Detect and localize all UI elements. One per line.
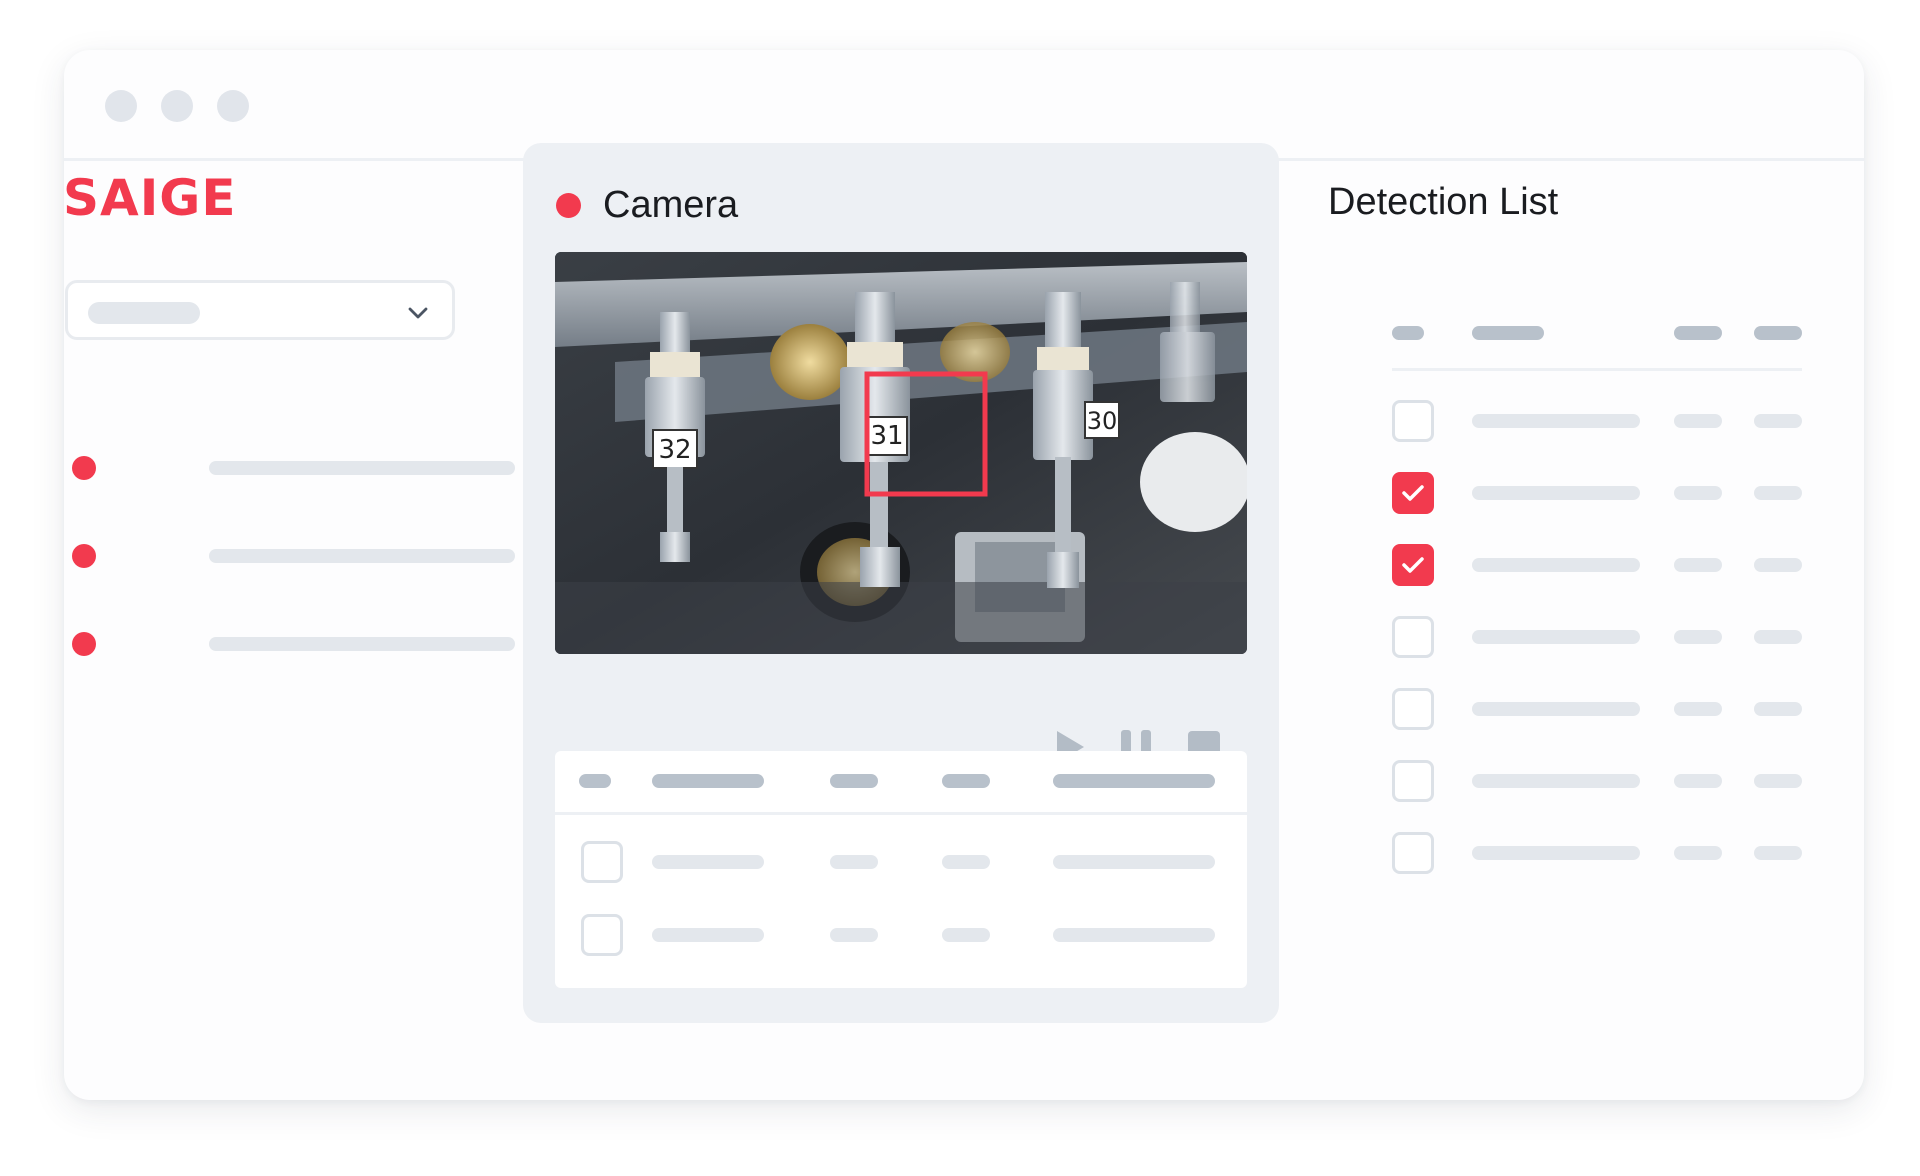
detection-cell-placeholder [1674,558,1722,572]
checkmark-icon [1402,485,1424,501]
window-minimize-button[interactable] [161,90,193,122]
detection-cell-placeholder [1754,486,1802,500]
dropdown-selected-placeholder [88,302,200,324]
label-30: 30 [1087,407,1118,435]
checkmark-icon [1402,557,1424,573]
sidebar-item[interactable] [65,624,515,664]
table-header-placeholder [942,774,990,788]
detection-cell-placeholder [1754,558,1802,572]
status-dot [72,632,96,656]
camera-feed[interactable]: 32 31 30 [555,252,1247,654]
label-32: 32 [658,435,691,465]
status-dot [72,544,96,568]
detection-cell-placeholder [1472,558,1640,572]
detection-cell-placeholder [1674,630,1722,644]
detection-cell-placeholder [1472,630,1640,644]
detection-checkbox[interactable] [1392,616,1434,658]
detection-cell-placeholder [1674,702,1722,716]
sidebar-item-label-placeholder [209,461,515,475]
detection-checkbox[interactable] [1392,688,1434,730]
table-cell-placeholder [1053,928,1215,942]
sidebar-item-label-placeholder [209,549,515,563]
detection-header-placeholder [1392,326,1424,340]
detection-header-placeholder [1472,326,1544,340]
label-31: 31 [870,421,903,451]
camera-panel: Camera 32 31 30 [523,143,1279,1023]
saige-logo: SAIGE [63,173,237,217]
source-dropdown[interactable] [65,280,455,340]
table-header-placeholder [1053,774,1215,788]
window-maximize-button[interactable] [217,90,249,122]
row-checkbox[interactable] [581,914,623,956]
detection-cell-placeholder [1674,486,1722,500]
detection-header-placeholder [1754,326,1802,340]
recording-indicator [556,193,581,218]
table-cell-placeholder [942,928,990,942]
table-cell-placeholder [830,855,878,869]
table-cell-placeholder [830,928,878,942]
table-cell-placeholder [1053,855,1215,869]
results-table [555,751,1247,988]
sidebar-item[interactable] [65,448,515,488]
detection-checkbox[interactable] [1392,400,1434,442]
detection-checkbox[interactable] [1392,760,1434,802]
detection-cell-placeholder [1472,414,1640,428]
sidebar-item-label-placeholder [209,637,515,651]
table-cell-placeholder [652,855,764,869]
sidebar-item[interactable] [65,536,515,576]
table-header-placeholder [579,774,611,788]
detection-checkbox[interactable] [1392,832,1434,874]
status-dot [72,456,96,480]
detection-cell-placeholder [1472,846,1640,860]
detection-cell-placeholder [1754,702,1802,716]
row-checkbox[interactable] [581,841,623,883]
table-cell-placeholder [942,855,990,869]
detection-cell-placeholder [1674,414,1722,428]
detection-cell-placeholder [1472,774,1640,788]
detection-cell-placeholder [1754,774,1802,788]
table-cell-placeholder [652,928,764,942]
detection-list-title: Detection List [1328,181,1559,223]
detection-cell-placeholder [1754,630,1802,644]
detection-checkbox[interactable] [1392,472,1434,514]
detection-cell-placeholder [1472,486,1640,500]
detection-cell-placeholder [1754,414,1802,428]
detection-cell-placeholder [1754,846,1802,860]
detection-cell-placeholder [1674,846,1722,860]
camera-feed-image: 32 31 30 [555,252,1247,654]
svg-text:SAIGE: SAIGE [63,173,237,217]
detection-checkbox[interactable] [1392,544,1434,586]
table-header-placeholder [652,774,764,788]
detection-header-placeholder [1674,326,1722,340]
camera-title: Camera [603,184,739,226]
detection-header-divider [1392,368,1802,371]
detection-cell-placeholder [1472,702,1640,716]
chevron-down-icon [408,307,428,319]
table-header-divider [555,812,1247,815]
detection-cell-placeholder [1674,774,1722,788]
window-close-button[interactable] [105,90,137,122]
table-header-placeholder [830,774,878,788]
